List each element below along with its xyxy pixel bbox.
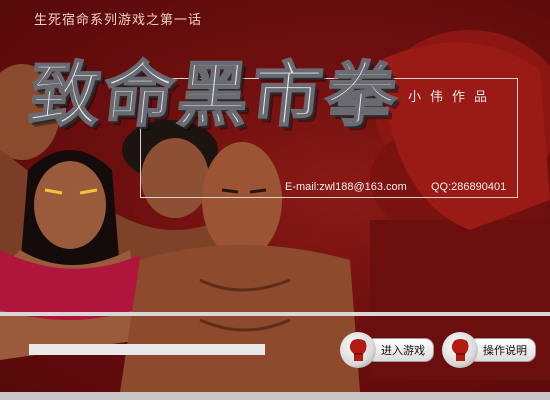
loading-progress-bar: [29, 344, 265, 355]
game-title-screen: 生死宿命系列游戏之第一话 致命黑市拳 小伟作品 E-mail:zwl188@16…: [0, 0, 550, 400]
enter-game-label: 进入游戏: [366, 338, 434, 362]
boxing-glove-icon: [442, 332, 478, 368]
loading-progress-fill: [31, 346, 263, 353]
game-title-logo: 致命黑市拳: [25, 53, 406, 137]
series-subtitle: 生死宿命系列游戏之第一话: [34, 13, 203, 28]
controls-help-button[interactable]: 操作说明: [442, 331, 536, 369]
controls-help-label: 操作说明: [468, 338, 536, 362]
author-qq: QQ:286890401: [431, 181, 507, 193]
divider-bar-top: [0, 312, 550, 316]
boxing-glove-icon: [340, 332, 376, 368]
author-email: E-mail:zwl188@163.com: [285, 181, 407, 193]
enter-game-button[interactable]: 进入游戏: [340, 331, 434, 369]
divider-bar-bottom: [0, 392, 550, 400]
author-credit: 小伟作品: [408, 90, 497, 105]
